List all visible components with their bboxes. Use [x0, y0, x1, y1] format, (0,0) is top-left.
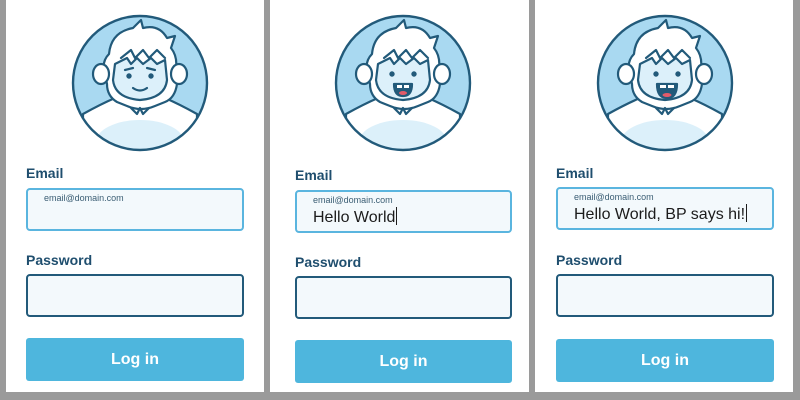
- text-caret: [746, 204, 748, 222]
- email-label: Email: [295, 167, 333, 183]
- yeti-open-mouth-icon: [596, 14, 734, 152]
- email-value: Hello World, BP says hi!: [574, 206, 746, 223]
- email-value-wrap: Hello World, BP says hi!: [574, 204, 748, 224]
- email-field[interactable]: email@domain.com: [26, 188, 244, 231]
- password-field[interactable]: [26, 274, 244, 317]
- yeti-open-mouth-icon: [334, 14, 472, 152]
- login-button[interactable]: Log in: [556, 339, 774, 382]
- email-label: Email: [26, 165, 64, 181]
- email-field[interactable]: email@domain.com Hello World, BP says hi…: [556, 187, 774, 230]
- text-caret: [396, 207, 398, 225]
- email-placeholder: email@domain.com: [44, 193, 124, 203]
- login-panel-1: Email email@domain.com Password Log in: [6, 0, 264, 392]
- email-value: Hello World: [313, 209, 396, 226]
- login-button[interactable]: Log in: [295, 340, 512, 383]
- password-field[interactable]: [556, 274, 774, 317]
- password-label: Password: [295, 254, 362, 270]
- email-value-wrap: Hello World: [313, 207, 398, 227]
- email-placeholder: email@domain.com: [574, 192, 654, 202]
- password-label: Password: [556, 252, 623, 268]
- email-label: Email: [556, 165, 594, 181]
- password-label: Password: [26, 252, 93, 268]
- login-panel-3: Email email@domain.com Hello World, BP s…: [535, 0, 793, 392]
- yeti-smile-icon: [71, 14, 209, 152]
- login-panel-2: Email email@domain.com Hello World Passw…: [270, 0, 529, 392]
- email-placeholder: email@domain.com: [313, 195, 393, 205]
- login-button[interactable]: Log in: [26, 338, 244, 381]
- password-field[interactable]: [295, 276, 512, 319]
- email-field[interactable]: email@domain.com Hello World: [295, 190, 512, 233]
